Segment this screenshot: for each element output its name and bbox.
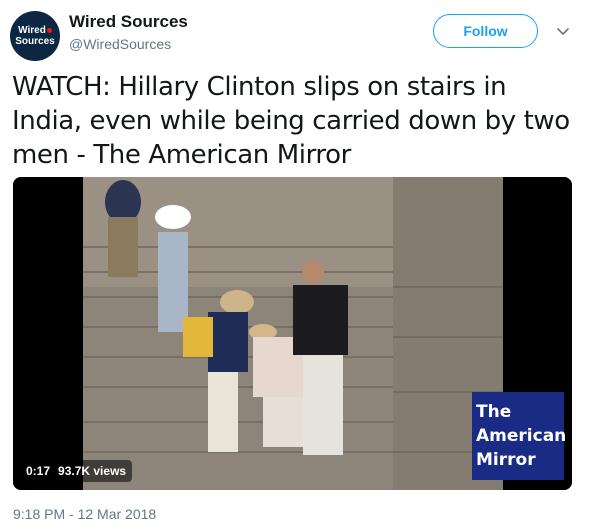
chevron-down-icon[interactable] [554, 22, 572, 40]
account-name[interactable]: Wired Sources [69, 12, 188, 32]
watermark-line2: American [476, 426, 567, 446]
tweet-timestamp[interactable]: 9:18 PM - 12 Mar 2018 [13, 506, 156, 522]
account-handle[interactable]: @WiredSources [69, 36, 171, 52]
tweet-text: WATCH: Hillary Clinton slips on stairs i… [12, 72, 570, 170]
avatar-text-line2: Sources [15, 36, 55, 47]
avatar-text-line1: Wired [18, 25, 52, 36]
watermark-line3: Mirror [476, 450, 536, 470]
tweet-card: Wired Sources Wired Sources @WiredSource… [0, 0, 592, 531]
video-duration: 0:17 [26, 464, 51, 478]
follow-button[interactable]: Follow [433, 14, 538, 48]
avatar[interactable]: Wired Sources [10, 11, 60, 61]
video-views: 93.7K views [58, 464, 127, 478]
watermark-line1: The [476, 402, 512, 422]
video-watermark: The American Mirror [472, 392, 567, 480]
video-meta-badge: 0:17 93.7K views [20, 460, 133, 482]
